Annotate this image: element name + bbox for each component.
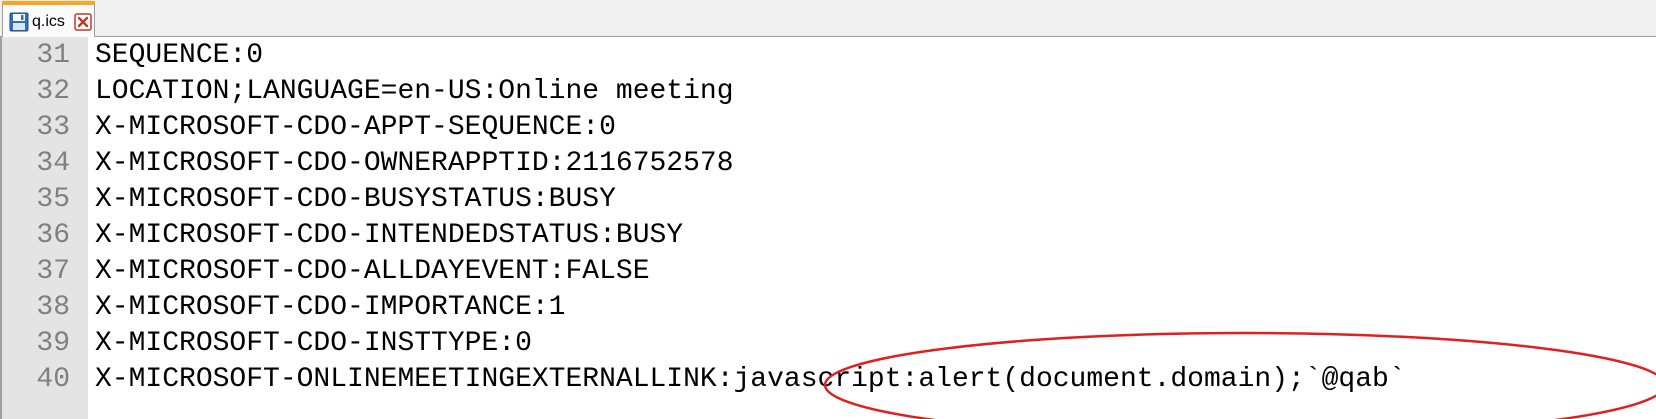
notepad-plus-plus-window: q.ics 31 SEQUENCE:0 32 LOCATION;LANGUAGE… bbox=[0, 0, 1656, 419]
active-tab-indicator bbox=[2, 1, 95, 5]
tab-q-ics[interactable]: q.ics bbox=[2, 1, 95, 37]
line-text[interactable]: X-MICROSOFT-CDO-BUSYSTATUS:BUSY bbox=[95, 181, 616, 219]
editor-pane[interactable]: 31 SEQUENCE:0 32 LOCATION;LANGUAGE=en-US… bbox=[0, 37, 1656, 419]
line-number: 33 bbox=[36, 112, 70, 143]
line-text[interactable]: X-MICROSOFT-CDO-IMPORTANCE:1 bbox=[95, 289, 565, 327]
line-text[interactable]: X-MICROSOFT-CDO-INSTTYPE:0 bbox=[95, 325, 532, 363]
line-text[interactable]: X-MICROSOFT-CDO-OWNERAPPTID:2116752578 bbox=[95, 145, 734, 183]
tab-label: q.ics bbox=[32, 13, 65, 30]
line-text[interactable]: X-MICROSOFT-ONLINEMEETINGEXTERNALLINK:ja… bbox=[95, 361, 1406, 399]
editor-line[interactable]: 35 X-MICROSOFT-CDO-BUSYSTATUS:BUSY bbox=[2, 181, 1656, 219]
line-number: 39 bbox=[36, 328, 70, 359]
editor-line[interactable]: 31 SEQUENCE:0 bbox=[2, 37, 1656, 75]
line-number: 35 bbox=[36, 184, 70, 215]
line-text[interactable]: X-MICROSOFT-CDO-ALLDAYEVENT:FALSE bbox=[95, 253, 650, 291]
editor-line[interactable]: 36 X-MICROSOFT-CDO-INTENDEDSTATUS:BUSY bbox=[2, 217, 1656, 255]
line-number: 38 bbox=[36, 292, 70, 323]
floppy-disk-icon bbox=[9, 12, 29, 32]
editor-line[interactable]: 33 X-MICROSOFT-CDO-APPT-SEQUENCE:0 bbox=[2, 109, 1656, 147]
line-text[interactable]: LOCATION;LANGUAGE=en-US:Online meeting bbox=[95, 73, 734, 111]
line-text[interactable]: X-MICROSOFT-CDO-INTENDEDSTATUS:BUSY bbox=[95, 217, 683, 255]
line-number: 31 bbox=[36, 40, 70, 71]
line-text[interactable]: SEQUENCE:0 bbox=[95, 37, 263, 75]
editor-line[interactable]: 40 X-MICROSOFT-ONLINEMEETINGEXTERNALLINK… bbox=[2, 361, 1656, 399]
editor-line[interactable]: 37 X-MICROSOFT-CDO-ALLDAYEVENT:FALSE bbox=[2, 253, 1656, 291]
tab-bar: q.ics bbox=[0, 0, 1656, 37]
line-number: 37 bbox=[36, 256, 70, 287]
close-icon[interactable] bbox=[74, 13, 92, 31]
line-number: 40 bbox=[36, 364, 70, 395]
line-number: 34 bbox=[36, 148, 70, 179]
editor-line[interactable]: 39 X-MICROSOFT-CDO-INSTTYPE:0 bbox=[2, 325, 1656, 363]
editor-line[interactable]: 34 X-MICROSOFT-CDO-OWNERAPPTID:211675257… bbox=[2, 145, 1656, 183]
editor-line[interactable]: 32 LOCATION;LANGUAGE=en-US:Online meetin… bbox=[2, 73, 1656, 111]
line-number: 32 bbox=[36, 76, 70, 107]
line-number: 36 bbox=[36, 220, 70, 251]
line-text[interactable]: X-MICROSOFT-CDO-APPT-SEQUENCE:0 bbox=[95, 109, 616, 147]
editor-line[interactable]: 38 X-MICROSOFT-CDO-IMPORTANCE:1 bbox=[2, 289, 1656, 327]
